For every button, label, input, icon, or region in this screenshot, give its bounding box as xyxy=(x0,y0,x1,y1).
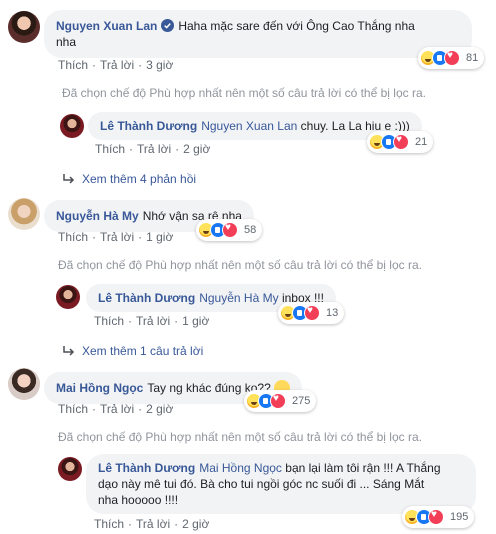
timestamp[interactable]: 1 giờ xyxy=(182,314,209,328)
reply-arrow-icon xyxy=(63,346,75,356)
comment-actions: Thích · Trả lời · 2 giờ xyxy=(58,402,173,416)
reply-button[interactable]: Trả lời xyxy=(136,517,170,531)
comment-bubble: Nguyen Xuan Lan Haha mặc sare đến với Ông… xyxy=(44,10,472,58)
reaction-summary[interactable]: 195 xyxy=(402,506,475,528)
comment-actions: Thích · Trả lời · 1 giờ xyxy=(58,230,173,244)
like-button[interactable]: Thích xyxy=(94,314,124,328)
reaction-count: 13 xyxy=(326,307,339,319)
reply-button[interactable]: Trả lời xyxy=(137,142,171,156)
separator: · xyxy=(92,58,97,72)
reaction-count: 81 xyxy=(466,52,479,64)
reply-text: dạo này mê tui đó. Bà cho tui ngồi góc n… xyxy=(98,477,425,491)
avatar[interactable] xyxy=(60,114,84,138)
love-reaction-icon xyxy=(270,393,286,409)
reaction-summary[interactable]: 13 xyxy=(278,302,345,324)
separator: · xyxy=(138,230,143,244)
reaction-summary[interactable]: 58 xyxy=(196,219,263,241)
separator: · xyxy=(138,402,143,416)
comment-actions: Thích · Trả lời · 3 giờ xyxy=(58,58,173,72)
reply-actions: Thích · Trả lời · 1 giờ xyxy=(94,314,209,328)
reply-author[interactable]: Lê Thành Dương xyxy=(100,119,197,133)
love-reaction-icon xyxy=(393,134,409,150)
avatar[interactable] xyxy=(8,368,40,400)
reaction-count: 195 xyxy=(450,511,469,523)
reply-actions: Thích · Trả lời · 2 giờ xyxy=(95,142,210,156)
reply-arrow-icon xyxy=(63,174,75,184)
mention-link[interactable]: Nguyen Xuan Lan xyxy=(201,119,297,133)
reply-button[interactable]: Trả lời xyxy=(136,314,170,328)
separator: · xyxy=(92,230,97,244)
filter-notice: Đã chọn chế độ Phù hợp nhất nên một số c… xyxy=(62,86,426,100)
reaction-summary[interactable]: 275 xyxy=(244,390,317,412)
reply-text: bạn lại làm tôi rận !!! A Thắng xyxy=(285,461,441,475)
love-reaction-icon xyxy=(222,222,238,238)
verified-badge-icon xyxy=(161,19,175,32)
reaction-count: 21 xyxy=(415,136,428,148)
separator: · xyxy=(174,314,179,328)
avatar[interactable] xyxy=(8,198,40,230)
timestamp[interactable]: 2 giờ xyxy=(146,402,173,416)
filter-notice: Đã chọn chế độ Phù hợp nhất nên một số c… xyxy=(58,430,422,444)
reply-text: nha hooooo !!!! xyxy=(98,493,179,507)
timestamp[interactable]: 1 giờ xyxy=(146,230,173,244)
reaction-summary[interactable]: 21 xyxy=(367,131,434,153)
reply-author[interactable]: Lê Thành Dương xyxy=(98,461,195,475)
avatar[interactable] xyxy=(56,285,80,309)
reply-button[interactable]: Trả lời xyxy=(100,58,134,72)
reply-actions: Thích · Trả lời · 2 giờ xyxy=(94,517,209,531)
separator: · xyxy=(174,517,179,531)
like-button[interactable]: Thích xyxy=(58,58,88,72)
timestamp[interactable]: 2 giờ xyxy=(182,517,209,531)
mention-link[interactable]: Nguyễn Hà My xyxy=(199,291,278,305)
comment-text: Haha mặc sare đến với Ông Cao Thắng nha xyxy=(178,19,415,33)
like-button[interactable]: Thích xyxy=(95,142,125,156)
separator: · xyxy=(138,58,143,72)
separator: · xyxy=(128,517,133,531)
comment-author[interactable]: Mai Hồng Ngọc xyxy=(56,381,143,395)
like-button[interactable]: Thích xyxy=(58,230,88,244)
reply-author[interactable]: Lê Thành Dương xyxy=(98,291,195,305)
view-more-replies-label: Xem thêm 1 câu trả lời xyxy=(82,344,204,358)
like-button[interactable]: Thích xyxy=(94,517,124,531)
mention-link[interactable]: Mai Hồng Ngọc xyxy=(199,461,282,475)
reply-button[interactable]: Trả lời xyxy=(100,402,134,416)
separator: · xyxy=(92,402,97,416)
filter-notice: Đã chọn chế độ Phù hợp nhất nên một số c… xyxy=(58,258,422,272)
view-more-replies-label: Xem thêm 4 phản hồi xyxy=(82,172,197,186)
timestamp[interactable]: 2 giờ xyxy=(183,142,210,156)
avatar[interactable] xyxy=(58,457,82,481)
reaction-count: 275 xyxy=(292,395,311,407)
comment-author[interactable]: Nguyen Xuan Lan xyxy=(56,19,157,33)
view-more-replies-link[interactable]: Xem thêm 1 câu trả lời xyxy=(62,344,203,358)
love-reaction-icon xyxy=(444,50,460,66)
separator: · xyxy=(128,314,133,328)
love-reaction-icon xyxy=(304,305,320,321)
avatar[interactable] xyxy=(8,11,40,43)
love-reaction-icon xyxy=(428,509,444,525)
comment-author[interactable]: Nguyễn Hà My xyxy=(56,209,139,223)
separator: · xyxy=(129,142,134,156)
reaction-count: 58 xyxy=(244,224,257,236)
timestamp[interactable]: 3 giờ xyxy=(146,58,173,72)
reply-bubble: Lê Thành Dương Mai Hồng Ngọc bạn lại làm … xyxy=(86,454,476,514)
separator: · xyxy=(175,142,180,156)
like-button[interactable]: Thích xyxy=(58,402,88,416)
reply-button[interactable]: Trả lời xyxy=(100,230,134,244)
comment-text: nha xyxy=(56,35,77,49)
view-more-replies-link[interactable]: Xem thêm 4 phản hồi xyxy=(62,172,196,186)
reaction-summary[interactable]: 81 xyxy=(418,47,485,69)
